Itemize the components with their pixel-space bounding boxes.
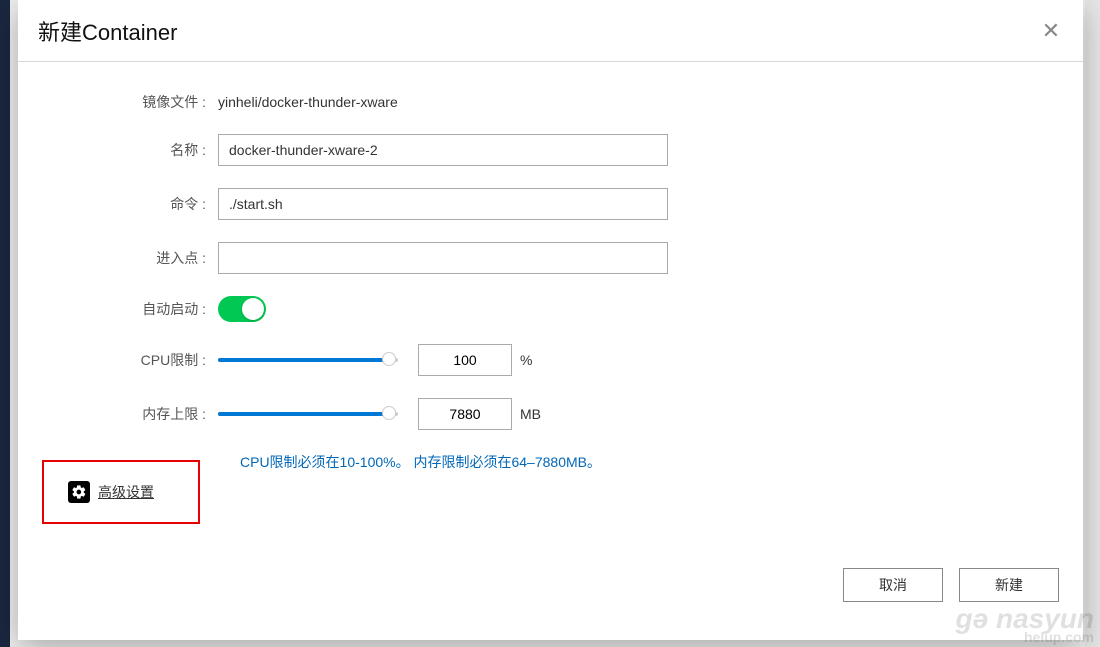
- advanced-settings-box: 高级设置: [42, 460, 200, 524]
- memory-limit-label: 内存上限 :: [18, 404, 218, 424]
- memory-limit-input[interactable]: [418, 398, 512, 430]
- dialog-title: 新建Container: [38, 15, 177, 47]
- limits-hint: CPU限制必须在10-100%。 内存限制必须在64–7880MB。: [240, 452, 1083, 472]
- memory-unit: MB: [520, 406, 541, 422]
- image-file-label: 镜像文件 :: [18, 92, 218, 112]
- create-button[interactable]: 新建: [959, 568, 1059, 602]
- dialog-header: 新建Container ✕: [18, 0, 1083, 62]
- cpu-limit-label: CPU限制 :: [18, 350, 218, 370]
- autostart-label: 自动启动 :: [18, 299, 218, 319]
- create-container-dialog: 新建Container ✕ 镜像文件 : yinheli/docker-thun…: [18, 0, 1083, 640]
- memory-slider-thumb[interactable]: [382, 406, 396, 420]
- entrypoint-input[interactable]: [218, 242, 668, 274]
- name-input[interactable]: [218, 134, 668, 166]
- dialog-body: 镜像文件 : yinheli/docker-thunder-xware 名称 :…: [18, 62, 1083, 472]
- cpu-unit: %: [520, 352, 532, 368]
- advanced-settings-link[interactable]: 高级设置: [98, 482, 154, 502]
- gear-icon: [68, 481, 90, 503]
- dialog-footer: 取消 新建: [843, 568, 1059, 602]
- cpu-limit-input[interactable]: [418, 344, 512, 376]
- name-label: 名称 :: [18, 140, 218, 160]
- cpu-slider-thumb[interactable]: [382, 352, 396, 366]
- cpu-slider[interactable]: [218, 357, 398, 363]
- image-file-value: yinheli/docker-thunder-xware: [218, 94, 398, 110]
- memory-slider[interactable]: [218, 411, 398, 417]
- cancel-button[interactable]: 取消: [843, 568, 943, 602]
- toggle-knob: [242, 298, 264, 320]
- entrypoint-label: 进入点 :: [18, 248, 218, 268]
- close-button[interactable]: ✕: [1039, 19, 1063, 43]
- command-label: 命令 :: [18, 194, 218, 214]
- autostart-toggle[interactable]: [218, 296, 266, 322]
- command-input[interactable]: [218, 188, 668, 220]
- close-icon: ✕: [1042, 18, 1060, 44]
